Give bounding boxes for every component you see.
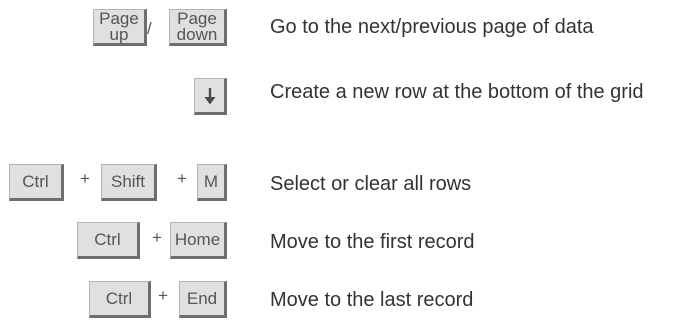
ctrl-key: Ctrl [89,281,151,318]
key-separator: / [147,19,152,38]
plus-separator: + [152,228,162,247]
end-key: End [179,281,227,318]
page-down-key-line-2: down [176,24,218,44]
home-key: Home [170,222,227,259]
shortcut-description-first-record: Move to the first record [270,231,475,253]
down-arrow-key [194,78,227,115]
page-up-key: Page up [93,9,147,46]
shortcut-description-select-rows: Select or clear all rows [270,173,472,195]
plus-separator: + [158,286,168,305]
ctrl-key: Ctrl [77,222,140,259]
page-down-key: Page down [169,9,227,46]
m-key: M [197,164,227,201]
shortcut-description-last-record: Move to the last record [270,289,474,311]
shortcut-description-new-row: Create a new row at the bottom of the gr… [270,81,644,103]
plus-separator: + [80,169,90,188]
ctrl-key: Ctrl [9,164,64,201]
shift-key: Shift [101,164,157,201]
plus-separator: + [177,169,187,188]
shortcut-description-page-navigation: Go to the next/previous page of data [270,16,594,38]
down-arrow-icon [204,87,215,104]
page-up-key-line-2: up [109,24,129,44]
